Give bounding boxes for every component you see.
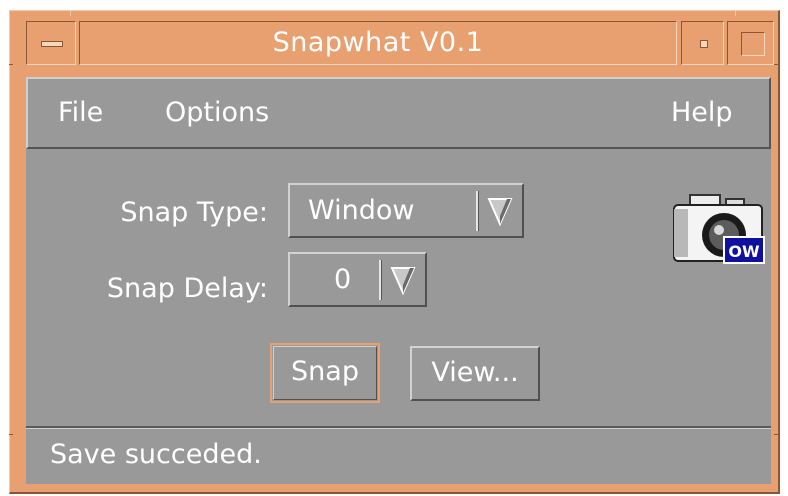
- window-title: Snapwhat V0.1: [272, 27, 484, 58]
- menu-options[interactable]: Options: [165, 97, 269, 128]
- maximize-icon: [741, 32, 765, 56]
- snap-type-value: Window: [308, 195, 415, 226]
- snap-delay-value: 0: [334, 264, 352, 295]
- view-button[interactable]: View...: [410, 346, 540, 401]
- view-button-label: View...: [431, 357, 519, 388]
- minimize-button[interactable]: [681, 21, 724, 65]
- snap-button[interactable]: Snap: [270, 343, 380, 403]
- window-menu-button[interactable]: [26, 21, 76, 65]
- window-menu-icon: [41, 41, 63, 47]
- frame-notch: [774, 434, 778, 435]
- dropdown-separator: [476, 191, 479, 231]
- chevron-down-icon: [390, 267, 416, 295]
- minimize-icon: [700, 40, 708, 48]
- menu-file[interactable]: File: [58, 97, 103, 128]
- frame-notch: [9, 434, 13, 435]
- snap-delay-label: Snap Delay:: [106, 273, 268, 304]
- maximize-button[interactable]: [727, 21, 774, 65]
- snap-type-label: Snap Type:: [120, 197, 268, 228]
- status-message: Save succeded.: [50, 439, 262, 470]
- title-area[interactable]: Snapwhat V0.1: [79, 21, 677, 65]
- title-bar[interactable]: Snapwhat V0.1: [15, 16, 775, 68]
- menu-help[interactable]: Help: [671, 97, 733, 128]
- frame-notch: [9, 64, 13, 65]
- snap-button-bevel: [273, 346, 377, 400]
- snap-type-dropdown[interactable]: Window: [288, 183, 524, 238]
- window-client: File Options Help Snap Type: Window Snap…: [26, 77, 771, 484]
- status-divider: [26, 426, 771, 429]
- camera-badge-text: OW: [728, 242, 760, 261]
- menu-bar: File Options Help: [26, 77, 771, 149]
- dropdown-separator: [379, 260, 382, 300]
- camera-icon: OW: [673, 194, 765, 264]
- chevron-down-icon: [487, 198, 513, 226]
- snap-delay-dropdown[interactable]: 0: [288, 252, 427, 307]
